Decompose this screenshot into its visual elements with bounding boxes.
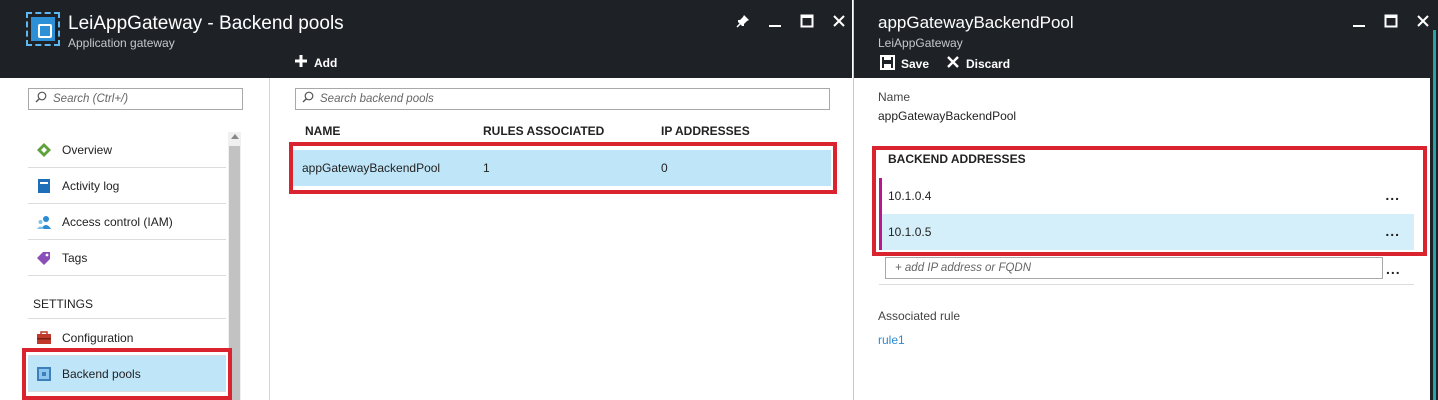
pools-search-input[interactable] <box>320 93 820 105</box>
plus-icon <box>294 54 308 71</box>
add-button-label: Add <box>314 55 338 70</box>
scrollbar-thumb[interactable] <box>229 146 240 400</box>
maximize-icon[interactable] <box>1382 12 1400 30</box>
menu-search-box <box>28 88 243 110</box>
name-field-label: Name <box>878 90 911 104</box>
activity-log-icon <box>36 178 52 194</box>
window-edge <box>1430 0 1438 400</box>
settings-section-label: SETTINGS <box>33 297 94 311</box>
menu-item-overview[interactable]: Overview <box>28 132 226 168</box>
menu-item-access-control[interactable]: Access control (IAM) <box>28 204 226 240</box>
menu-item-backend-pools[interactable]: Backend pools <box>28 356 226 392</box>
menu-scrollbar[interactable] <box>228 132 241 400</box>
backend-pools-icon <box>36 366 52 382</box>
name-field-value: appGatewayBackendPool <box>878 109 1017 123</box>
more-options-icon[interactable]: ... <box>1386 261 1401 277</box>
save-icon <box>880 55 895 73</box>
minimize-icon[interactable] <box>1350 12 1368 30</box>
minimize-icon[interactable] <box>766 12 784 30</box>
menu-item-label: Tags <box>62 250 88 265</box>
menu-item-tags[interactable]: Tags <box>28 240 226 276</box>
blade-title: appGatewayBackendPool <box>878 13 1074 32</box>
blade-subtitle: Application gateway <box>68 36 175 50</box>
column-header-rules: RULES ASSOCIATED <box>483 124 605 138</box>
menu-item-label: Activity log <box>62 178 120 193</box>
discard-button-label: Discard <box>966 56 1011 71</box>
associated-rule-link[interactable]: rule1 <box>878 333 905 347</box>
search-icon <box>35 90 47 108</box>
overview-icon <box>36 142 52 158</box>
settings-menu-list: Configuration Backend pools <box>28 320 226 392</box>
pin-icon[interactable] <box>734 12 752 30</box>
save-button[interactable]: Save <box>880 55 929 73</box>
column-header-name: NAME <box>305 124 341 138</box>
backend-address-row[interactable]: 10.1.0.4 ... <box>879 178 1414 214</box>
discard-icon <box>946 55 960 72</box>
configuration-icon <box>36 330 52 346</box>
backend-addresses-label: BACKEND ADDRESSES <box>888 152 1026 166</box>
column-header-ip-addresses: IP ADDRESSES <box>661 124 750 138</box>
pool-ips-cell: 0 <box>661 161 668 175</box>
pool-name-cell: appGatewayBackendPool <box>302 161 441 175</box>
backend-address-value: 10.1.0.4 <box>888 189 932 203</box>
backend-address-row[interactable]: 10.1.0.5 ... <box>879 214 1414 250</box>
blade-header: appGatewayBackendPool LeiAppGateway Save <box>854 0 1438 78</box>
search-icon <box>302 90 314 108</box>
associated-rule-label: Associated rule <box>878 309 961 323</box>
more-options-icon[interactable]: ... <box>1385 187 1400 203</box>
tag-icon <box>36 250 52 266</box>
window-controls <box>734 12 848 30</box>
resource-menu: Overview Activity log Access control (IA… <box>0 78 270 400</box>
divider <box>28 318 226 319</box>
close-icon[interactable] <box>830 12 848 30</box>
backend-pools-list: NAME RULES ASSOCIATED IP ADDRESSES appGa… <box>271 78 852 400</box>
menu-list: Overview Activity log Access control (IA… <box>28 132 226 276</box>
application-gateway-icon <box>26 12 60 46</box>
pools-search-box <box>295 88 830 110</box>
table-row[interactable]: appGatewayBackendPool 1 0 <box>293 150 831 186</box>
portal-root: LeiAppGateway - Backend pools Applicatio… <box>0 0 1438 400</box>
pool-rules-cell: 1 <box>483 161 490 175</box>
discard-button[interactable]: Discard <box>946 55 1010 72</box>
save-button-label: Save <box>901 57 930 71</box>
more-options-icon[interactable]: ... <box>1385 223 1400 239</box>
maximize-icon[interactable] <box>798 12 816 30</box>
divider <box>879 284 1414 285</box>
add-button[interactable]: Add <box>294 54 337 71</box>
menu-item-activity-log[interactable]: Activity log <box>28 168 226 204</box>
menu-item-label: Backend pools <box>62 366 141 381</box>
menu-item-configuration[interactable]: Configuration <box>28 320 226 356</box>
menu-item-label: Access control (IAM) <box>62 214 173 229</box>
menu-item-label: Configuration <box>62 330 134 345</box>
blade-header: LeiAppGateway - Backend pools Applicatio… <box>0 0 852 78</box>
menu-search-input[interactable] <box>53 93 233 105</box>
backend-pools-blade: LeiAppGateway - Backend pools Applicatio… <box>0 0 852 400</box>
scroll-up-arrow-icon[interactable] <box>231 134 239 139</box>
window-controls <box>1350 12 1432 30</box>
add-address-field <box>885 257 1383 279</box>
backend-address-value: 10.1.0.5 <box>888 225 932 239</box>
add-address-input[interactable] <box>886 258 1382 278</box>
menu-item-label: Overview <box>62 142 113 157</box>
pool-details-blade: appGatewayBackendPool LeiAppGateway Save <box>853 0 1438 400</box>
blade-title: LeiAppGateway - Backend pools <box>68 13 344 34</box>
iam-icon <box>36 214 52 230</box>
blade-subtitle: LeiAppGateway <box>878 36 963 50</box>
